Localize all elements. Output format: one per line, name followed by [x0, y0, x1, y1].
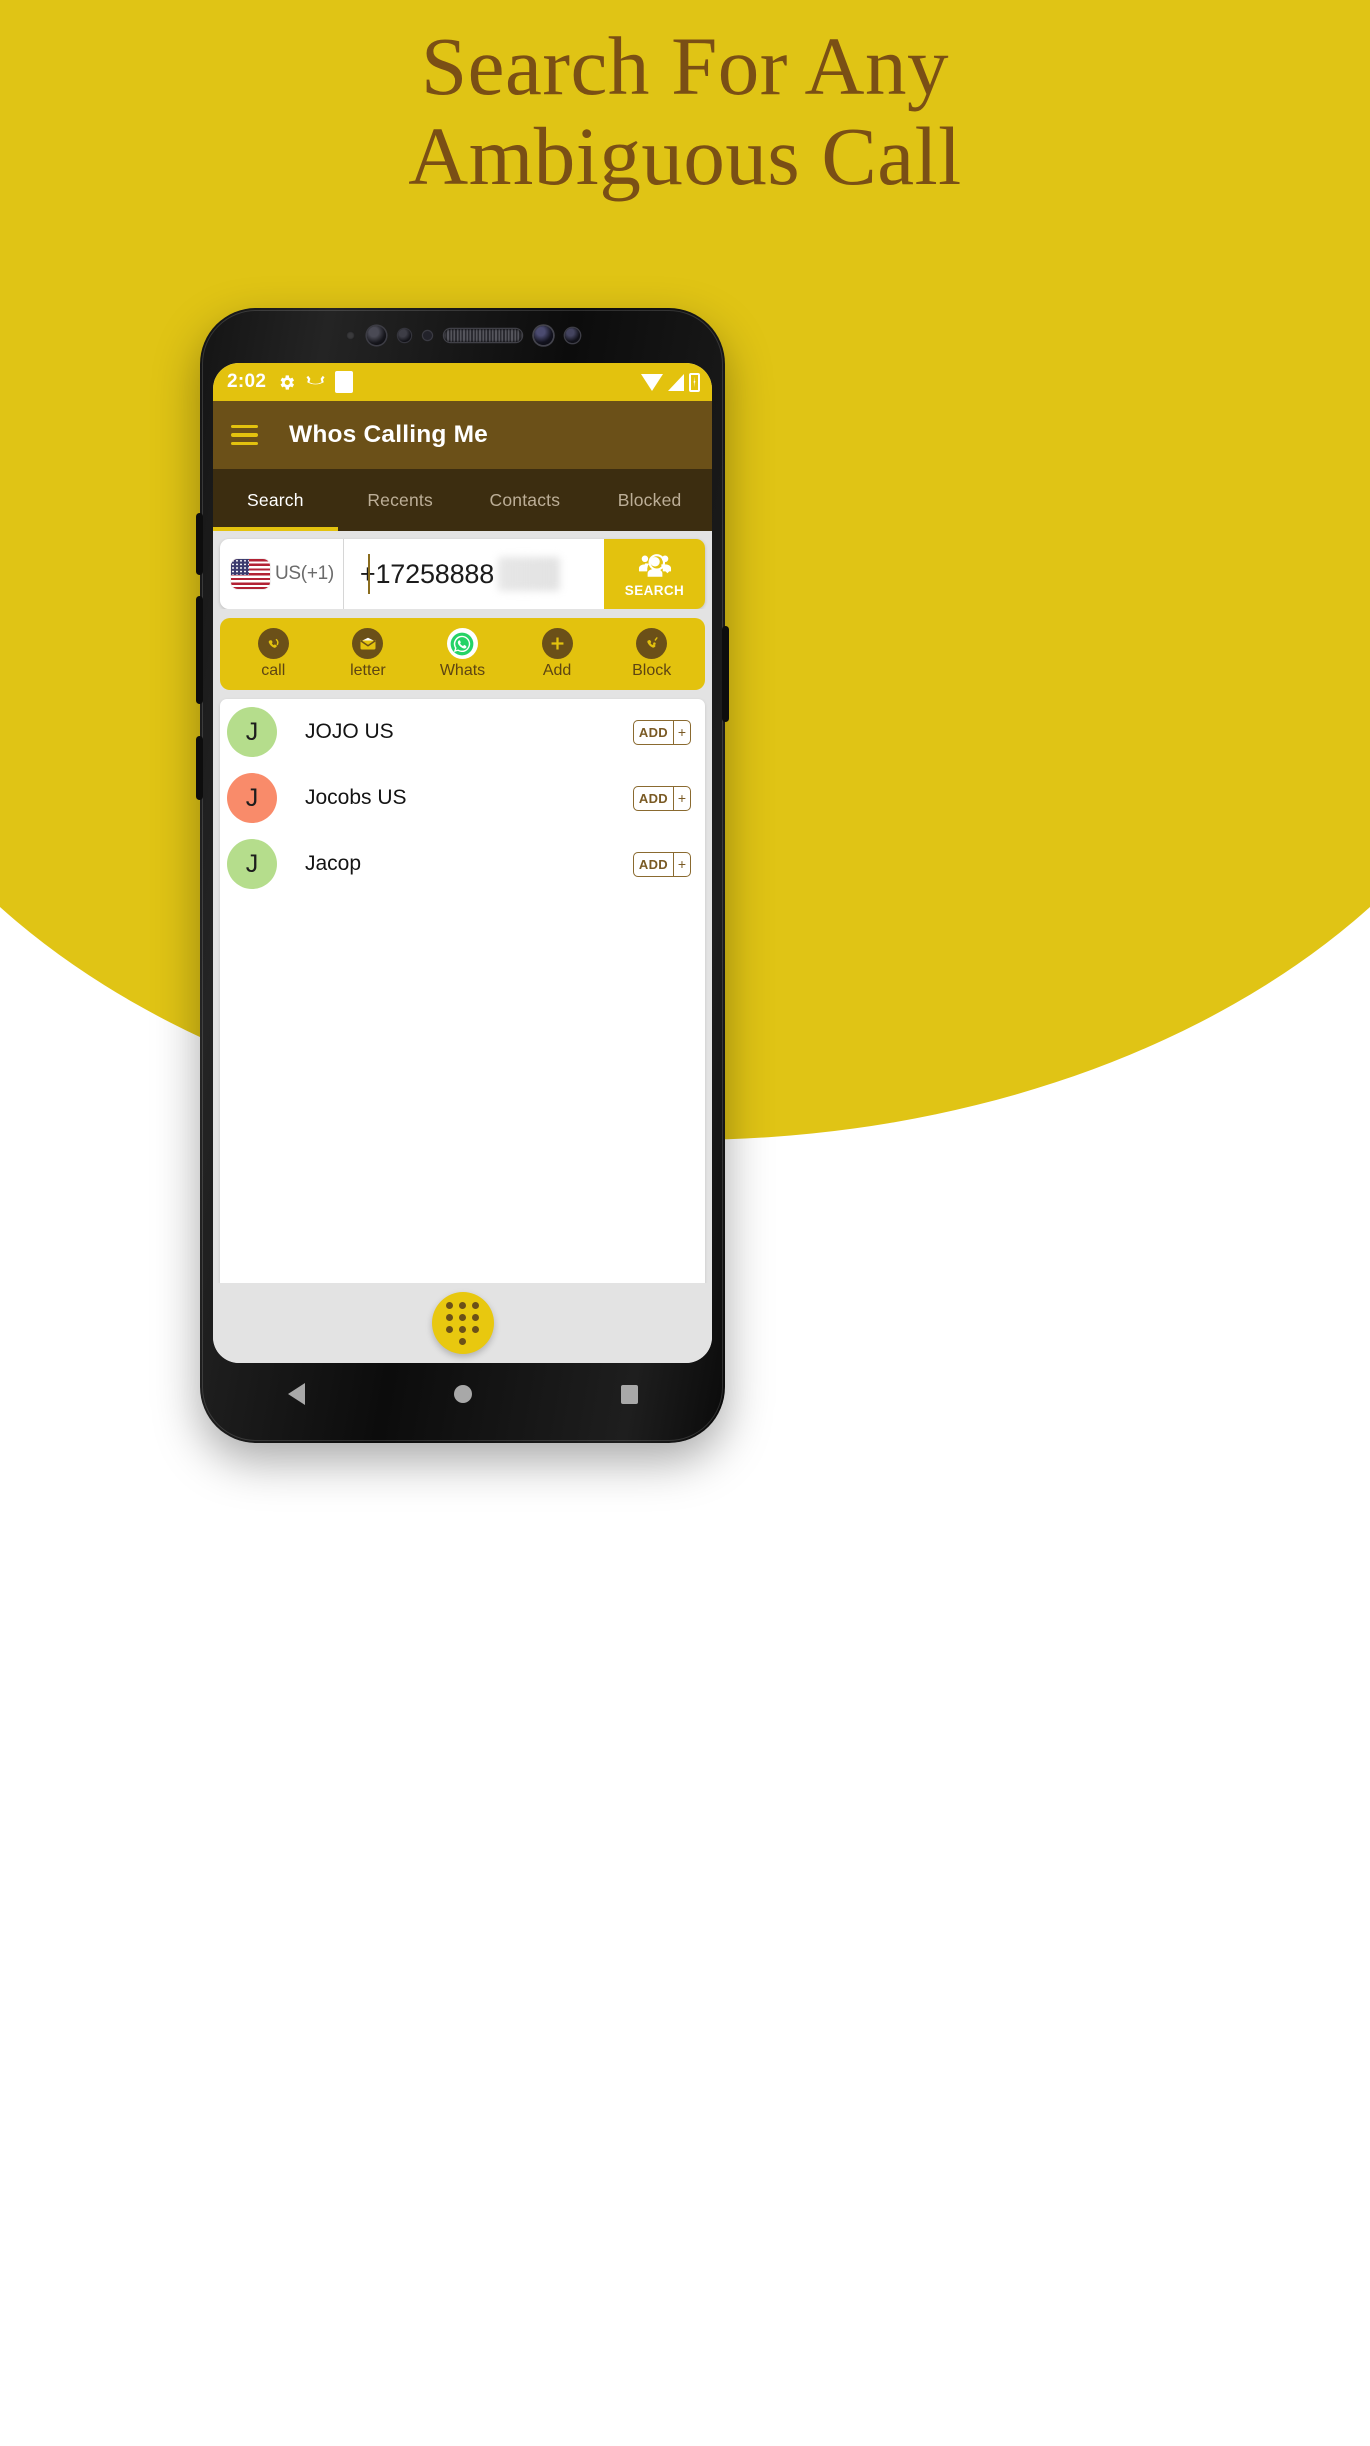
status-bar-time: 2:02 — [227, 371, 267, 392]
missed-call-icon — [306, 375, 325, 384]
action-add-label: Add — [542, 662, 572, 679]
tab-bar: Search Recents Contacts Blocked — [213, 469, 712, 531]
search-button[interactable]: SEARCH — [604, 539, 705, 609]
actions-section: call letter Whats Add Block — [213, 609, 712, 690]
avatar: J — [227, 707, 277, 757]
contact-name: JOJO US — [305, 720, 394, 743]
action-letter[interactable]: letter — [335, 628, 401, 680]
dialpad-icon — [446, 1301, 479, 1345]
text-caret — [367, 554, 371, 594]
action-call-label: call — [261, 662, 286, 679]
action-block-label: Block — [632, 662, 672, 679]
hamburger-icon[interactable] — [231, 424, 258, 446]
search-section: US(+1) +17258888 SEARCH — [213, 531, 712, 609]
country-code-selector[interactable]: US(+1) — [220, 539, 344, 609]
led-indicator-icon — [422, 331, 432, 340]
dialpad-fab-button[interactable] — [431, 1292, 494, 1354]
phone-number-masked-region — [497, 557, 560, 591]
phone-volume-down-button[interactable] — [196, 596, 203, 704]
wifi-icon — [641, 373, 663, 391]
add-contact-button[interactable]: ADD + — [632, 851, 691, 877]
phone-volume-up-button[interactable] — [196, 513, 203, 575]
app-bar: Whos Calling Me — [213, 401, 712, 469]
headline-line-1: Search For Any — [421, 20, 949, 112]
secondary-sensor-icon — [564, 328, 580, 343]
call-block-icon — [636, 628, 668, 659]
us-flag-icon — [231, 559, 270, 589]
plus-icon — [541, 628, 573, 659]
light-sensor-icon — [397, 329, 411, 342]
phone-screen: 2:02 Whos Calling Me Search Recents Cont… — [213, 363, 712, 1363]
contact-name: Jocobs US — [305, 786, 407, 809]
headline-line-2: Ambiguous Call — [408, 109, 962, 202]
whatsapp-icon — [446, 628, 478, 659]
action-block[interactable]: Block — [619, 628, 685, 680]
action-letter-label: letter — [350, 662, 386, 679]
tab-search[interactable]: Search — [213, 469, 338, 531]
people-search-icon — [638, 554, 671, 577]
tab-blocked[interactable]: Blocked — [587, 469, 712, 531]
recents-square-icon[interactable] — [620, 1384, 638, 1404]
phone-number-value: +17258888 — [359, 558, 495, 589]
add-contact-label: ADD — [638, 724, 668, 740]
iris-scanner-icon — [366, 326, 386, 345]
phone-top-bezel — [200, 308, 725, 363]
android-nav-bar — [213, 1363, 712, 1425]
screenshot-root: Search For Any Ambiguous Call 2:02 Whos … — [0, 0, 1370, 2446]
contacts-list: J JOJO US ADD + J Jocobs US ADD + J Jaco… — [220, 699, 705, 1307]
battery-icon — [689, 372, 700, 392]
proximity-sensor-icon — [345, 331, 355, 340]
add-contact-button[interactable]: ADD + — [632, 719, 691, 745]
white-square-icon — [335, 371, 354, 393]
add-contact-label: ADD — [638, 790, 668, 806]
phone-power-button[interactable] — [722, 626, 729, 722]
status-bar: 2:02 — [213, 363, 712, 401]
avatar: J — [227, 773, 277, 823]
table-row[interactable]: J Jocobs US ADD + — [220, 765, 705, 831]
earpiece-speaker-icon — [443, 329, 522, 342]
status-bar-right-icons — [641, 363, 700, 401]
table-row[interactable]: J Jacop ADD + — [220, 831, 705, 897]
phone-assistant-button[interactable] — [196, 736, 203, 800]
home-circle-icon[interactable] — [453, 1385, 472, 1403]
search-row: US(+1) +17258888 SEARCH — [220, 539, 705, 609]
app-title: Whos Calling Me — [289, 421, 488, 448]
action-add[interactable]: Add — [524, 628, 590, 680]
add-contact-plus-icon: + — [673, 852, 690, 876]
add-contact-plus-icon: + — [673, 720, 690, 744]
phone-number-input[interactable]: +17258888 — [343, 539, 604, 609]
search-button-label: SEARCH — [624, 583, 685, 598]
contact-name: Jacop — [305, 852, 362, 875]
add-contact-label: ADD — [638, 856, 668, 872]
actions-bar: call letter Whats Add Block — [220, 618, 705, 690]
action-whatsapp[interactable]: Whats — [429, 628, 495, 680]
call-bubble-icon — [257, 628, 289, 659]
add-contact-button[interactable]: ADD + — [632, 785, 691, 811]
action-call[interactable]: call — [240, 628, 306, 680]
fab-area — [213, 1283, 712, 1363]
signal-icon — [668, 373, 684, 391]
add-contact-plus-icon: + — [673, 786, 690, 810]
back-triangle-icon[interactable] — [287, 1383, 305, 1405]
front-camera-icon — [533, 326, 553, 345]
country-code-label: US(+1) — [275, 563, 334, 584]
phone-device: 2:02 Whos Calling Me Search Recents Cont… — [196, 308, 729, 1443]
table-row[interactable]: J JOJO US ADD + — [220, 699, 705, 765]
gear-icon — [280, 374, 295, 390]
tab-contacts[interactable]: Contacts — [463, 469, 588, 531]
action-whatsapp-label: Whats — [439, 662, 486, 679]
avatar: J — [227, 839, 277, 889]
page-title: Search For Any Ambiguous Call — [0, 20, 1370, 202]
tab-recents[interactable]: Recents — [338, 469, 463, 531]
envelope-icon — [352, 628, 384, 659]
status-bar-left-icons — [277, 371, 354, 393]
